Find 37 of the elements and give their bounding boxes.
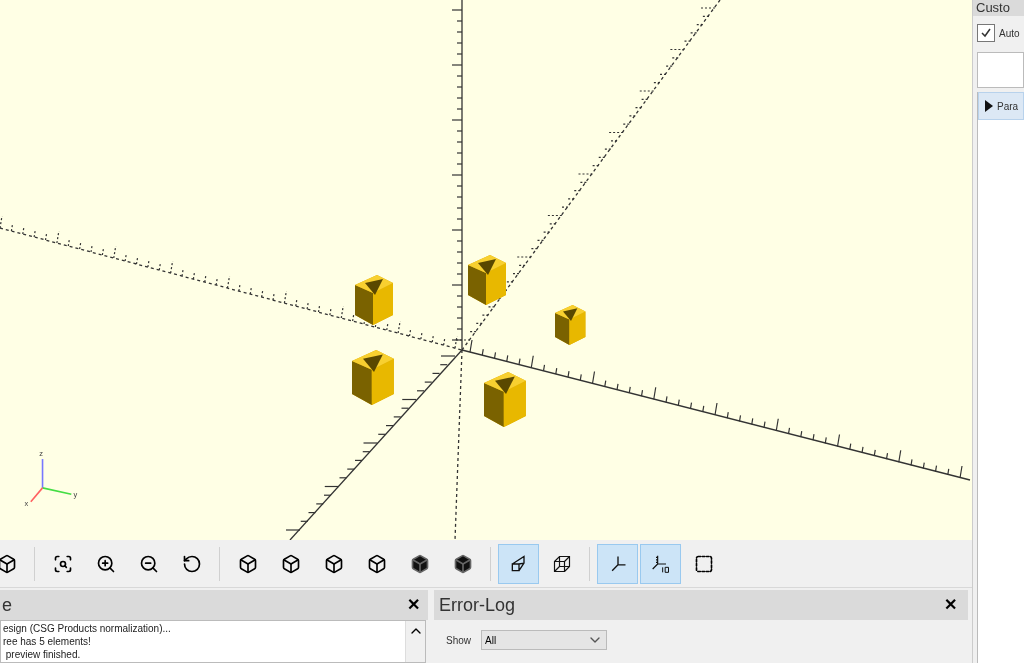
close-button[interactable]: ✕ bbox=[938, 593, 963, 617]
panel-title: Custo bbox=[973, 0, 1024, 16]
show-dropdown[interactable]: All bbox=[481, 630, 607, 650]
console-line: preview finished. bbox=[4, 648, 82, 661]
axis-lines-drawing bbox=[30, 458, 73, 503]
z-axis-label: z bbox=[39, 448, 44, 458]
tree-item[interactable]: Para bbox=[978, 92, 1024, 120]
cube-icon bbox=[323, 553, 344, 574]
panel-title: Error-Log bbox=[439, 593, 516, 617]
expand-triangle-icon bbox=[985, 100, 993, 112]
frame-icon bbox=[693, 553, 714, 574]
panel-title: e bbox=[2, 593, 12, 617]
zoom-out-icon bbox=[138, 553, 159, 574]
reset-icon bbox=[181, 553, 202, 574]
solid-cube-icon bbox=[452, 553, 473, 574]
cube-icon bbox=[366, 553, 387, 574]
close-button[interactable]: ✕ bbox=[401, 593, 426, 617]
show-label: Show bbox=[446, 633, 471, 648]
cube-icon bbox=[0, 553, 17, 574]
cube-icon bbox=[280, 553, 301, 574]
console-line: esign (CSG Products normalization)... bbox=[3, 622, 172, 635]
check-icon bbox=[980, 27, 992, 39]
zoom-fit-icon bbox=[52, 553, 73, 574]
solid-cube-icon bbox=[409, 553, 430, 574]
text-field[interactable] bbox=[977, 52, 1024, 88]
toolbar-button[interactable] bbox=[498, 543, 539, 584]
checkbox[interactable] bbox=[977, 24, 995, 42]
cube-icon bbox=[237, 553, 258, 574]
toolbar-button[interactable] bbox=[640, 543, 681, 584]
zoom-in-icon bbox=[95, 553, 116, 574]
wireframe-cube-icon bbox=[551, 553, 572, 574]
x-axis-label: x bbox=[24, 499, 29, 506]
scrollbar[interactable] bbox=[405, 621, 425, 662]
checkbox-label: Auto bbox=[999, 26, 1020, 41]
y-axis-label: y bbox=[73, 490, 78, 500]
axes-scale-icon bbox=[650, 553, 671, 574]
console-line: ree has 5 elements! bbox=[3, 635, 92, 648]
